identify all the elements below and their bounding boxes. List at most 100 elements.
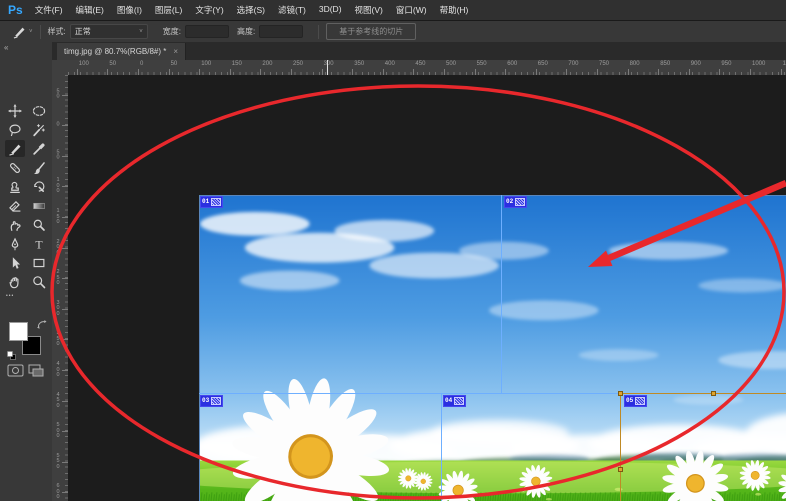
menu-item[interactable]: 文件(F) (35, 4, 63, 16)
style-select-value: 正常 (75, 26, 91, 37)
slice-image-icon (515, 198, 525, 206)
menu-item[interactable]: 3D(D) (319, 4, 342, 16)
clone-stamp-tool[interactable] (5, 178, 25, 195)
selected-slice-05[interactable] (620, 393, 786, 501)
healing-brush-tool[interactable] (5, 159, 25, 176)
slice-resize-handle[interactable] (711, 391, 716, 396)
eyedropper-tool[interactable] (29, 140, 49, 157)
ruler-label: 1050 (783, 61, 786, 67)
ruler-label: 3 5 0 (52, 331, 64, 348)
gradient-tool[interactable] (29, 197, 49, 214)
slice-boundary-line (501, 195, 502, 393)
height-field[interactable] (259, 25, 303, 38)
dodge-tool[interactable] (29, 216, 49, 233)
ruler-label: 1000 (752, 61, 765, 67)
lasso-tool[interactable] (5, 121, 25, 138)
zoom-tool[interactable] (29, 273, 49, 290)
width-field[interactable] (185, 25, 229, 38)
menu-item[interactable]: 窗口(W) (396, 4, 427, 16)
ruler-label: 50 (109, 61, 116, 67)
menu-item[interactable]: 帮助(H) (440, 4, 469, 16)
ruler-label: 550 (477, 61, 487, 67)
separator (155, 25, 156, 39)
dodge-tool-icon (32, 218, 46, 232)
path-select-tool-icon (8, 256, 22, 270)
menu-item[interactable]: 视图(V) (355, 4, 383, 16)
screen-mode-button[interactable] (28, 364, 44, 377)
ruler-label: 200 (262, 61, 272, 67)
slice-tool-icon (8, 142, 22, 156)
ruler-label: 150 (232, 61, 242, 67)
move-tool-icon (8, 104, 22, 118)
menu-item[interactable]: 编辑(E) (76, 4, 104, 16)
swap-colors-icon[interactable] (37, 320, 47, 329)
menu-item[interactable]: 滤镜(T) (278, 4, 306, 16)
slice-number: 03 (202, 396, 209, 406)
slice-image-icon (211, 397, 221, 405)
canvas-area[interactable]: 0102030405 (68, 75, 786, 501)
ruler-label: 350 (354, 61, 364, 67)
slice-image-icon (635, 397, 645, 405)
smudge-tool-icon (8, 218, 22, 232)
smudge-tool[interactable] (5, 216, 25, 233)
ruler-label: 0 (140, 61, 143, 67)
collapse-panel-icon[interactable]: « (4, 43, 8, 52)
ruler-label: 500 (446, 61, 456, 67)
ruler-label: 0 (52, 122, 64, 128)
tab-close-icon[interactable]: × (173, 47, 178, 56)
edit-toolbar-icon[interactable]: ••• (6, 293, 14, 299)
ruler-label: 50 (171, 61, 178, 67)
ruler-cursor-indicator (327, 60, 328, 75)
foreground-color-swatch[interactable] (9, 322, 28, 341)
ruler-label: 4 5 0 (52, 392, 64, 409)
slice-resize-handle[interactable] (618, 391, 623, 396)
photoshop-logo[interactable]: Ps (8, 3, 23, 17)
width-label: 宽度: (163, 26, 181, 37)
menu-item[interactable]: 选择(S) (237, 4, 265, 16)
menu-item[interactable]: 图像(I) (117, 4, 142, 16)
menu-item[interactable]: 文字(Y) (195, 4, 223, 16)
path-select-tool[interactable] (5, 254, 25, 271)
separator (40, 25, 41, 39)
menu-bar: Ps 文件(F) 编辑(E) 图像(I) 图层(L) 文字(Y) 选择(S) 滤镜(T) 3D… (0, 0, 786, 21)
ruler-label: 450 (415, 61, 425, 67)
ruler-label: 2 5 0 (52, 270, 64, 287)
move-tool[interactable] (5, 102, 25, 119)
magic-wand-tool[interactable] (29, 121, 49, 138)
ruler-label: 1 5 0 (52, 209, 64, 226)
photoshop-window: Ps 文件(F) 编辑(E) 图像(I) 图层(L) 文字(Y) 选择(S) 滤镜(T) 3D… (0, 0, 786, 501)
slices-from-guides-button[interactable]: 基于参考线的切片 (326, 23, 416, 40)
tool-preset-dropdown-icon: ˅ (29, 29, 33, 35)
chevron-down-icon: ˅ (139, 29, 143, 35)
style-select[interactable]: 正常 ˅ (70, 24, 148, 39)
document-tab[interactable]: timg.jpg @ 80.7%(RGB/8#) * × (57, 43, 186, 60)
ruler-label: 6 0 0 (52, 484, 64, 501)
slice-badge-05: 05 (624, 395, 647, 407)
slice-tool[interactable] (5, 140, 25, 157)
current-tool-preset[interactable]: ˅ (12, 25, 33, 39)
pen-tool[interactable] (5, 235, 25, 252)
slice-image-icon (211, 198, 221, 206)
marquee-tool[interactable] (29, 102, 49, 119)
horizontal-ruler[interactable]: 1005005010015020025030035040045050055060… (52, 60, 786, 76)
height-label: 高度: (237, 26, 255, 37)
vertical-ruler[interactable]: 1 0 05 005 01 0 01 5 02 0 02 5 03 0 03 5… (52, 75, 69, 501)
svg-text:T: T (35, 237, 43, 251)
quick-mask-mode-button[interactable] (7, 364, 24, 377)
brush-tool[interactable] (29, 159, 49, 176)
hand-tool[interactable] (5, 273, 25, 290)
menu-items: 文件(F) 编辑(E) 图像(I) 图层(L) 文字(Y) 选择(S) 滤镜(T) 3D(D)… (35, 4, 469, 16)
eraser-tool[interactable] (5, 197, 25, 214)
shape-tool[interactable] (29, 254, 49, 271)
ruler-label: 100 (201, 61, 211, 67)
ruler-label: 4 0 0 (52, 362, 64, 379)
slice-resize-handle[interactable] (618, 467, 623, 472)
zoom-tool-icon (32, 275, 46, 289)
default-colors-icon[interactable] (7, 351, 16, 360)
type-tool[interactable]: T (29, 235, 49, 252)
ruler-label: 600 (507, 61, 517, 67)
ruler-label: 250 (293, 61, 303, 67)
menu-item[interactable]: 图层(L) (155, 4, 182, 16)
slice-boundary-line (441, 394, 442, 501)
history-brush-tool[interactable] (29, 178, 49, 195)
